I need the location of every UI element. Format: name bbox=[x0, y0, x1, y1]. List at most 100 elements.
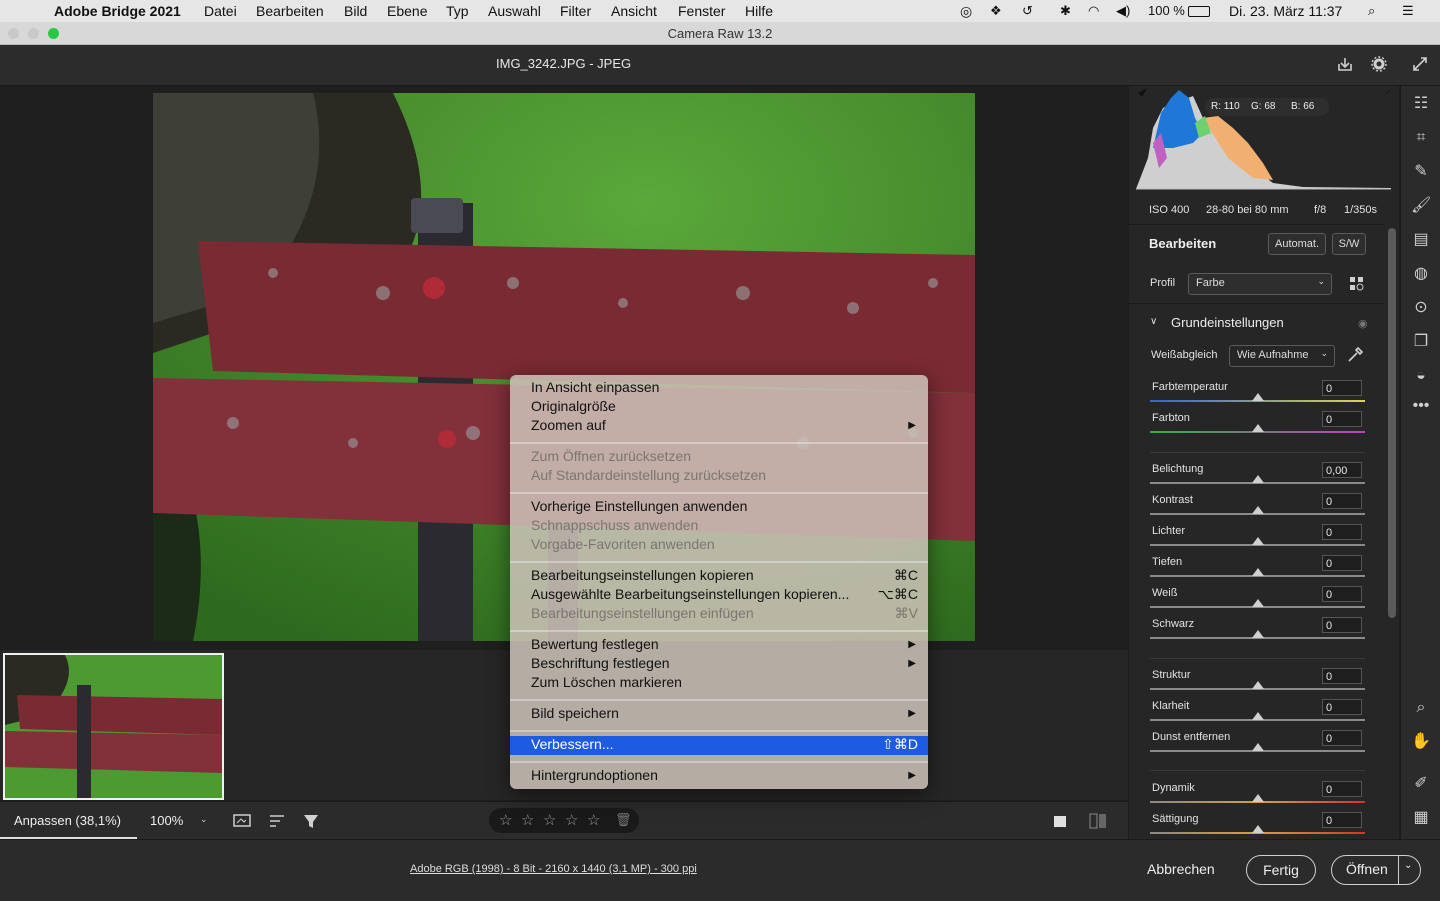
context-menu-item[interactable]: Bild speichern ▶ bbox=[510, 704, 928, 723]
slider-handle[interactable] bbox=[1251, 743, 1264, 751]
slider-value-field[interactable]: 0 bbox=[1322, 380, 1362, 396]
slider-handle[interactable] bbox=[1251, 794, 1264, 802]
more-options-icon[interactable]: ••• bbox=[1411, 396, 1431, 416]
section-chevron-down-icon[interactable]: ∨ bbox=[1150, 316, 1157, 327]
app-menu[interactable]: Adobe Bridge 2021 bbox=[54, 3, 181, 19]
zoom-level-select[interactable]: 100% bbox=[150, 813, 183, 828]
slider-value-field[interactable]: 0 bbox=[1322, 617, 1362, 633]
dropbox-icon[interactable]: ❖ bbox=[990, 3, 1002, 19]
star-5-icon[interactable]: ☆ bbox=[587, 811, 600, 829]
hand-tool-icon[interactable]: ✋ bbox=[1411, 732, 1431, 752]
menu-ebene[interactable]: Ebene bbox=[387, 3, 427, 19]
context-menu-item[interactable]: Bewertung festlegen ▶ bbox=[510, 635, 928, 654]
context-menu-item[interactable]: Zum Löschen markieren bbox=[510, 673, 928, 692]
edit-sliders-icon[interactable]: ☷ bbox=[1411, 94, 1431, 114]
slider-handle[interactable] bbox=[1251, 475, 1264, 483]
menu-bild[interactable]: Bild bbox=[344, 3, 367, 19]
slider-handle[interactable] bbox=[1251, 599, 1264, 607]
workflow-options-link[interactable]: Adobe RGB (1998) - 8 Bit - 2160 x 1440 (… bbox=[410, 863, 697, 875]
menu-hilfe[interactable]: Hilfe bbox=[745, 3, 773, 19]
color-sampler-icon[interactable]: ✐ bbox=[1411, 774, 1431, 794]
creative-cloud-icon[interactable]: ◎ bbox=[960, 3, 972, 20]
zoom-chevron-down-icon[interactable]: ⌄ bbox=[200, 814, 208, 825]
radial-filter-icon[interactable]: ◍ bbox=[1411, 264, 1431, 284]
before-after-toggle-icon[interactable] bbox=[1088, 812, 1108, 830]
slider-value-field[interactable]: 0 bbox=[1322, 493, 1362, 509]
volume-icon[interactable]: ◀) bbox=[1116, 3, 1130, 19]
spotlight-icon[interactable]: ⌕ bbox=[1368, 3, 1375, 19]
slider-handle[interactable] bbox=[1251, 630, 1264, 638]
slider-handle[interactable] bbox=[1251, 506, 1264, 514]
eyedropper-icon[interactable] bbox=[1346, 346, 1364, 364]
done-button[interactable]: Fertig bbox=[1246, 855, 1316, 885]
close-window-button[interactable] bbox=[8, 28, 19, 39]
snapshots-icon[interactable]: ❐ bbox=[1411, 332, 1431, 352]
context-menu-item[interactable]: Originalgröße bbox=[510, 397, 928, 416]
bluetooth-icon[interactable]: ✱ bbox=[1060, 3, 1071, 19]
battery-icon[interactable] bbox=[1188, 6, 1210, 17]
open-options-chevron-icon[interactable]: ⌄ bbox=[1404, 860, 1412, 871]
control-center-icon[interactable]: ☰ bbox=[1402, 3, 1414, 19]
open-button[interactable]: Öffnen bbox=[1346, 861, 1388, 877]
minimize-window-button[interactable] bbox=[28, 28, 39, 39]
slider-value-field[interactable]: 0 bbox=[1322, 812, 1362, 828]
grid-overlay-icon[interactable]: ▦ bbox=[1411, 808, 1431, 828]
menu-datei[interactable]: Datei bbox=[204, 3, 237, 19]
presets-icon[interactable]: ◒ bbox=[1411, 366, 1431, 386]
star-2-icon[interactable]: ☆ bbox=[521, 811, 534, 829]
trash-icon[interactable]: 🗑 bbox=[615, 812, 632, 828]
slider-handle[interactable] bbox=[1251, 568, 1264, 576]
slider-value-field[interactable]: 0 bbox=[1322, 730, 1362, 746]
slider-handle[interactable] bbox=[1251, 712, 1264, 720]
gradient-icon[interactable]: ▤ bbox=[1411, 230, 1431, 250]
star-1-icon[interactable]: ☆ bbox=[499, 811, 512, 829]
slider-value-field[interactable]: 0 bbox=[1322, 524, 1362, 540]
filter-icon[interactable] bbox=[302, 813, 320, 829]
context-menu-item[interactable]: Vorherige Einstellungen anwenden bbox=[510, 497, 928, 516]
basic-section-title[interactable]: Grundeinstellungen bbox=[1171, 315, 1284, 330]
zoom-window-button[interactable] bbox=[48, 28, 59, 39]
visibility-eye-icon[interactable]: ◉ bbox=[1358, 317, 1368, 330]
slider-value-field[interactable]: 0 bbox=[1322, 699, 1362, 715]
profile-select[interactable]: Farbe ⌄ bbox=[1188, 273, 1332, 295]
filmstrip-options-icon[interactable] bbox=[233, 813, 253, 829]
auto-button[interactable]: Automat. bbox=[1268, 233, 1326, 255]
slider-handle[interactable] bbox=[1251, 825, 1264, 833]
menu-typ[interactable]: Typ bbox=[446, 3, 469, 19]
before-after-single-icon[interactable] bbox=[1052, 813, 1068, 829]
time-machine-icon[interactable]: ↺ bbox=[1022, 3, 1033, 19]
slider-value-field[interactable]: 0 bbox=[1322, 781, 1362, 797]
slider-value-field[interactable]: 0 bbox=[1322, 555, 1362, 571]
filmstrip-thumbnail[interactable] bbox=[3, 653, 224, 800]
red-eye-icon[interactable]: ⊙ bbox=[1411, 298, 1431, 318]
star-4-icon[interactable]: ☆ bbox=[565, 811, 578, 829]
zoom-tool-icon[interactable]: ⌕ bbox=[1411, 698, 1431, 718]
save-icon[interactable] bbox=[1336, 55, 1354, 73]
context-menu-item[interactable]: Bearbeitungseinstellungen kopieren ⌘C bbox=[510, 566, 928, 585]
bw-button[interactable]: S/W bbox=[1332, 233, 1366, 255]
star-3-icon[interactable]: ☆ bbox=[543, 811, 556, 829]
sort-icon[interactable] bbox=[268, 813, 288, 829]
slider-handle[interactable] bbox=[1251, 681, 1264, 689]
settings-gear-icon[interactable] bbox=[1370, 55, 1388, 73]
menu-ansicht[interactable]: Ansicht bbox=[611, 3, 657, 19]
menu-fenster[interactable]: Fenster bbox=[678, 3, 725, 19]
slider-handle[interactable] bbox=[1251, 393, 1264, 401]
slider-handle[interactable] bbox=[1251, 537, 1264, 545]
slider-value-field[interactable]: 0 bbox=[1322, 668, 1362, 684]
wifi-icon[interactable]: ◠ bbox=[1088, 3, 1099, 19]
menu-auswahl[interactable]: Auswahl bbox=[488, 3, 541, 19]
menu-filter[interactable]: Filter bbox=[560, 3, 591, 19]
context-menu-item[interactable]: Zoomen auf ▶ bbox=[510, 416, 928, 435]
panel-scrollbar[interactable] bbox=[1388, 228, 1396, 618]
cancel-button[interactable]: Abbrechen bbox=[1147, 861, 1215, 877]
slider-handle[interactable] bbox=[1251, 424, 1264, 432]
slider-value-field[interactable]: 0 bbox=[1322, 411, 1362, 427]
fit-view-button[interactable]: Anpassen (38,1%) bbox=[14, 813, 121, 828]
slider-value-field[interactable]: 0 bbox=[1322, 586, 1362, 602]
context-menu-item[interactable]: Ausgewählte Bearbeitungseinstellungen ko… bbox=[510, 585, 928, 604]
slider-value-field[interactable]: 0,00 bbox=[1322, 462, 1362, 478]
context-menu-item[interactable]: Beschriftung festlegen ▶ bbox=[510, 654, 928, 673]
profile-browser-icon[interactable] bbox=[1349, 276, 1365, 292]
context-menu-item[interactable]: In Ansicht einpassen bbox=[510, 378, 928, 397]
